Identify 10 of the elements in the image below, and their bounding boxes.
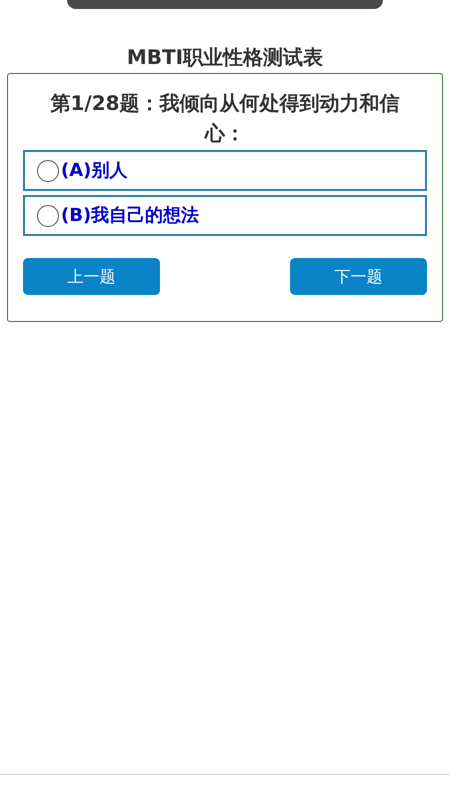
option-label: (B)我自己的想法 — [61, 204, 200, 228]
radio-button[interactable] — [37, 160, 59, 182]
next-button[interactable]: 下一题 — [290, 258, 427, 295]
previous-button[interactable]: 上一题 — [23, 258, 160, 295]
answer-option[interactable]: (A)别人 — [23, 150, 427, 191]
option-label: (A)别人 — [61, 159, 128, 183]
page-title: MBTI职业性格测试表 — [126, 44, 324, 71]
radio-button[interactable] — [37, 204, 59, 226]
question-text: 第1/28题：我倾向从何处得到动力和信心： — [49, 90, 401, 147]
answer-option[interactable]: (B)我自己的想法 — [23, 195, 427, 236]
